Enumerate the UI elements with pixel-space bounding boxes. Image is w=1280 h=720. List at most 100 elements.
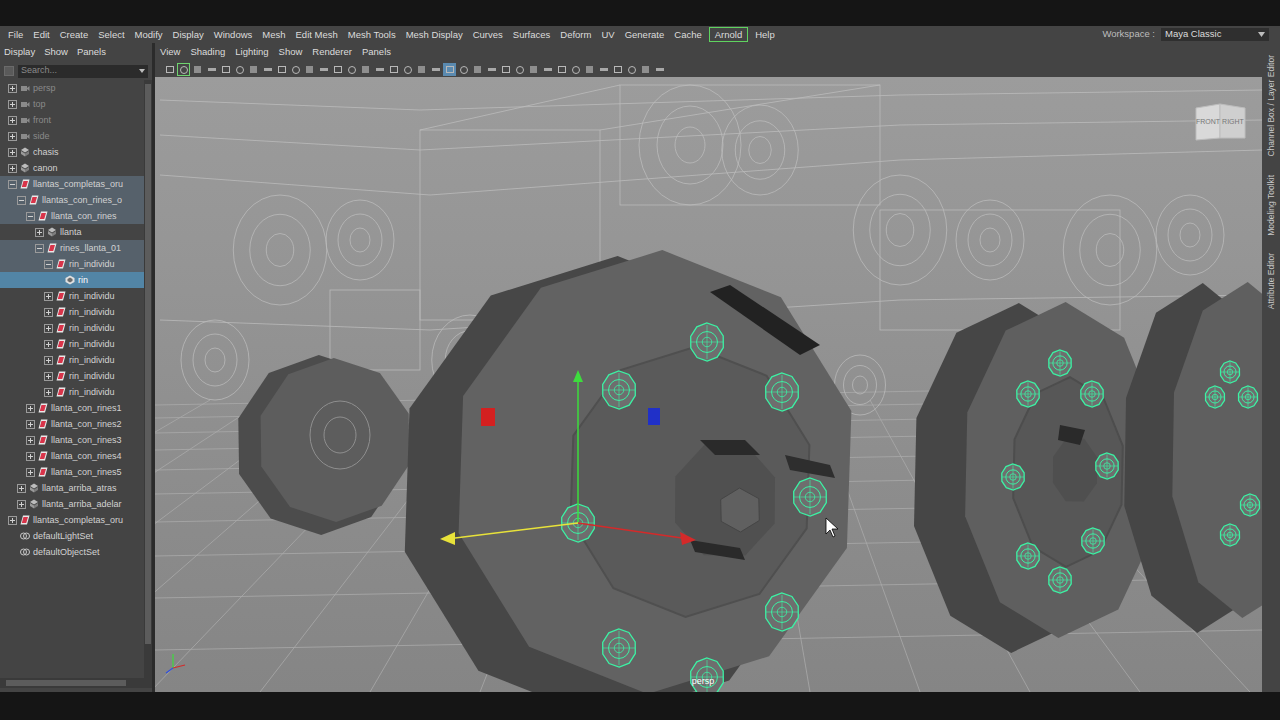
expand-toggle[interactable] (17, 196, 26, 205)
expand-toggle[interactable] (44, 260, 53, 269)
toolbar-button[interactable] (247, 63, 260, 76)
toolbar-button[interactable] (303, 63, 316, 76)
viewport-menu-item[interactable]: Renderer (312, 45, 352, 59)
outliner-item[interactable]: llanta_con_rines3 (0, 432, 144, 448)
toolbar-button[interactable] (331, 63, 344, 76)
menu-item[interactable]: Cache (669, 28, 706, 41)
expand-toggle[interactable] (44, 308, 53, 317)
expand-toggle[interactable] (44, 324, 53, 333)
outliner-item[interactable]: rin_individu (0, 352, 144, 368)
outliner-item[interactable]: llanta_con_rines1 (0, 400, 144, 416)
toolbar-button[interactable] (401, 63, 414, 76)
viewport-scene[interactable]: FRONTRIGHTpersp (155, 77, 1262, 692)
outliner-item[interactable]: llanta_con_rines (0, 208, 144, 224)
bolt[interactable] (1096, 453, 1118, 479)
expand-toggle[interactable] (8, 148, 17, 157)
bolt[interactable] (691, 658, 724, 692)
menu-item[interactable]: Mesh Tools (343, 28, 401, 41)
vertical-scrollbar[interactable] (144, 80, 152, 678)
toolbar-button[interactable] (541, 63, 554, 76)
bolt[interactable] (1221, 361, 1240, 383)
expand-toggle[interactable] (8, 84, 17, 93)
toolbar-button[interactable] (597, 63, 610, 76)
outliner-item[interactable]: llanta_arriba_atras (0, 480, 144, 496)
viewport-menu-item[interactable]: Panels (362, 45, 391, 59)
expand-toggle[interactable] (26, 452, 35, 461)
outliner-menu-item[interactable]: Panels (77, 45, 106, 59)
outliner-item[interactable]: defaultLightSet (0, 528, 144, 544)
outliner-item[interactable]: rin_individu (0, 384, 144, 400)
expand-toggle[interactable] (26, 404, 35, 413)
outliner-item[interactable]: llanta_con_rines2 (0, 416, 144, 432)
expand-toggle[interactable] (35, 244, 44, 253)
toolbar-button[interactable] (471, 63, 484, 76)
expand-toggle[interactable] (44, 356, 53, 365)
expand-toggle[interactable] (8, 164, 17, 173)
toolbar-button[interactable] (219, 63, 232, 76)
toolbar-button[interactable] (653, 63, 666, 76)
outliner-item[interactable]: canon (0, 160, 144, 176)
toolbar-button[interactable] (639, 63, 652, 76)
toolbar-button[interactable] (443, 63, 456, 76)
menu-item[interactable]: Edit (28, 28, 54, 41)
menu-item[interactable]: Create (55, 28, 94, 41)
outliner-item[interactable]: top (0, 96, 144, 112)
bolt[interactable] (1081, 381, 1103, 407)
toolbar-button[interactable] (373, 63, 386, 76)
expand-toggle[interactable] (26, 212, 35, 221)
outliner-item[interactable]: rin_individu (0, 320, 144, 336)
outliner-item[interactable]: rin_individu (0, 256, 144, 272)
bolt[interactable] (766, 593, 799, 631)
viewport-menu-item[interactable]: Shading (190, 45, 225, 59)
bolt[interactable] (1239, 386, 1258, 408)
toolbar-button[interactable] (289, 63, 302, 76)
toolbar-button[interactable] (387, 63, 400, 76)
toolbar-button[interactable] (163, 63, 176, 76)
outliner-item[interactable]: llanta (0, 224, 144, 240)
expand-toggle[interactable] (35, 228, 44, 237)
viewport-menu-item[interactable]: Show (279, 45, 303, 59)
bolt[interactable] (1017, 543, 1039, 569)
expand-toggle[interactable] (8, 100, 17, 109)
outliner-item[interactable]: llantas_completas_oru (0, 176, 144, 192)
menu-item[interactable]: Generate (620, 28, 670, 41)
expand-toggle[interactable] (26, 436, 35, 445)
menu-item[interactable]: Edit Mesh (291, 28, 343, 41)
toolbar-button[interactable] (191, 63, 204, 76)
horizontal-scrollbar[interactable] (0, 678, 152, 688)
workspace-dropdown[interactable]: Maya Classic (1161, 28, 1269, 41)
expand-toggle[interactable] (26, 468, 35, 477)
far-right-wheel[interactable] (1124, 282, 1262, 633)
toolbar-button[interactable] (457, 63, 470, 76)
menu-item[interactable]: Deform (555, 28, 596, 41)
bolt[interactable] (1002, 464, 1024, 490)
toolbar-button[interactable] (555, 63, 568, 76)
menu-item[interactable]: Windows (209, 28, 258, 41)
expand-toggle[interactable] (8, 532, 17, 541)
toolbar-button[interactable] (317, 63, 330, 76)
toolbar-button[interactable] (513, 63, 526, 76)
toolbar-button[interactable] (261, 63, 274, 76)
toolbar-button[interactable] (569, 63, 582, 76)
bolt[interactable] (1017, 381, 1039, 407)
bolt[interactable] (766, 373, 799, 411)
toolbar-button[interactable] (527, 63, 540, 76)
viewport-menu-item[interactable]: View (160, 45, 180, 59)
bolt[interactable] (1206, 386, 1225, 408)
expand-toggle[interactable] (44, 388, 53, 397)
bolt[interactable] (1049, 567, 1071, 593)
outliner-item[interactable]: front (0, 112, 144, 128)
outliner-menu-item[interactable]: Display (4, 45, 35, 59)
expand-toggle[interactable] (17, 484, 26, 493)
viewport-menu-item[interactable]: Lighting (235, 45, 268, 59)
expand-toggle[interactable] (44, 372, 53, 381)
menu-item[interactable]: Mesh (257, 28, 290, 41)
side-tab[interactable]: Attribute Editor (1265, 253, 1278, 309)
toolbar-button[interactable] (625, 63, 638, 76)
expand-toggle[interactable] (8, 116, 17, 125)
toolbar-button[interactable] (233, 63, 246, 76)
menu-item[interactable]: Mesh Display (401, 28, 468, 41)
filter-icon[interactable] (4, 66, 14, 76)
bolt[interactable] (603, 371, 636, 409)
outliner-item[interactable]: rin_individu (0, 304, 144, 320)
